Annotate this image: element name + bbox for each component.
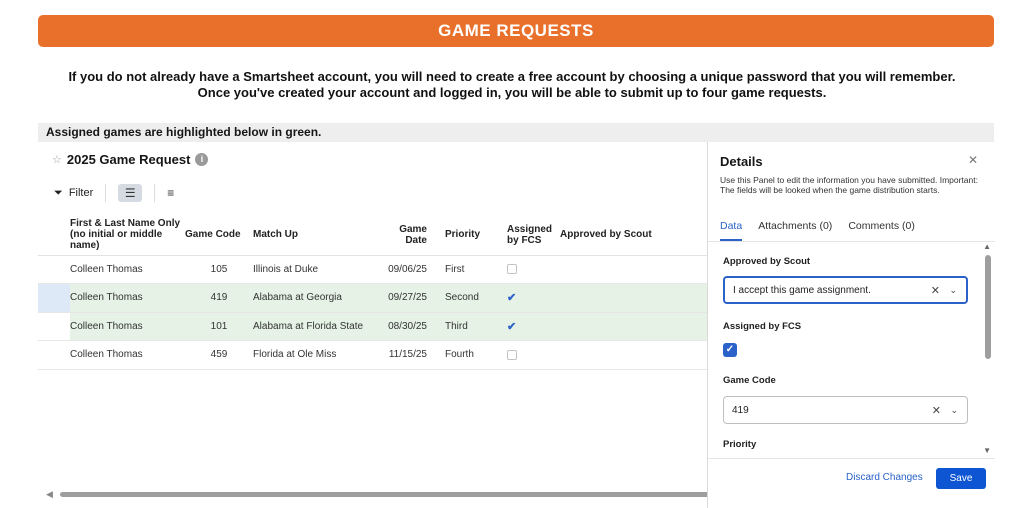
discard-changes-button[interactable]: Discard Changes (846, 472, 923, 483)
cell-game-code[interactable]: 459 (185, 340, 253, 370)
intro-text: If you do not already have a Smartsheet … (0, 69, 1024, 101)
cell-name[interactable]: Colleen Thomas (70, 340, 185, 370)
cell-assigned[interactable] (507, 340, 560, 370)
row-selector[interactable] (38, 312, 70, 341)
approved-value: I accept this game assignment. (733, 284, 871, 296)
details-title: Details (720, 154, 763, 169)
intro-line-2: Once you've created your account and log… (197, 85, 827, 100)
scroll-down-icon[interactable]: ▼ (983, 446, 991, 455)
cell-match-up[interactable]: Florida at Ole Miss (253, 340, 378, 370)
cell-game-code[interactable]: 105 (185, 255, 253, 284)
col-header-name[interactable]: First & Last Name Only (no initial or mi… (70, 215, 185, 256)
row-selector[interactable] (38, 283, 70, 313)
cell-game-code[interactable]: 419 (185, 283, 253, 313)
intro-line-1: If you do not already have a Smartsheet … (68, 69, 956, 84)
cell-name[interactable]: Colleen Thomas (70, 283, 185, 313)
footer-divider (708, 458, 995, 459)
checkmark-icon[interactable]: ✔ (507, 292, 516, 304)
cell-game-code[interactable]: 101 (185, 312, 253, 341)
row-selector-header (38, 215, 70, 256)
details-panel: Details ✕ Use this Panel to edit the inf… (707, 142, 995, 508)
clear-icon[interactable]: ✕ (932, 404, 941, 417)
cell-match-up[interactable]: Alabama at Florida State (253, 312, 378, 341)
sheet-table: First & Last Name Only (no initial or mi… (38, 215, 708, 370)
tab-comments[interactable]: Comments (0) (848, 220, 915, 241)
clear-icon[interactable]: ✕ (931, 284, 940, 297)
checkbox-unchecked[interactable] (507, 264, 517, 275)
table-row[interactable]: Colleen Thomas 105 Illinois at Duke 09/0… (38, 255, 708, 284)
tab-attachments[interactable]: Attachments (0) (758, 220, 832, 241)
cell-priority[interactable]: Second (445, 283, 507, 313)
toolbar-divider (105, 184, 107, 202)
sheet-grid-area: ☆ 2025 Game Request i ⏷ Filter ☰ ≡ First… (38, 142, 708, 508)
filter-icon[interactable]: ⏷ (54, 187, 63, 200)
table-row[interactable]: Colleen Thomas 419 Alabama at Georgia 09… (38, 283, 708, 313)
close-icon[interactable]: ✕ (968, 153, 978, 167)
cell-assigned[interactable]: ✔ (507, 312, 560, 341)
star-icon[interactable]: ☆ (52, 153, 62, 166)
scroll-left-icon[interactable]: ◀ (46, 489, 53, 500)
field-label-approved: Approved by Scout (723, 256, 811, 267)
chevron-down-icon[interactable]: ⌄ (950, 405, 958, 416)
field-label-assigned: Assigned by FCS (723, 321, 802, 332)
cell-priority[interactable]: Third (445, 312, 507, 341)
col-header-match-up[interactable]: Match Up (253, 215, 378, 256)
grid-view-icon: ☰ (124, 186, 136, 200)
cell-approved[interactable] (560, 312, 708, 341)
cell-game-date[interactable]: 09/06/25 (378, 255, 445, 284)
cell-game-date[interactable]: 08/30/25 (378, 312, 445, 341)
details-form: Approved by Scout I accept this game ass… (708, 242, 995, 460)
cell-priority[interactable]: Fourth (445, 340, 507, 370)
col-header-assigned[interactable]: Assigned by FCS (507, 215, 560, 256)
assigned-by-fcs-checkbox[interactable]: ✓ (723, 343, 737, 357)
cell-approved[interactable] (560, 283, 708, 313)
cell-approved[interactable] (560, 340, 708, 370)
cell-name[interactable]: Colleen Thomas (70, 312, 185, 341)
col-header-priority[interactable]: Priority (445, 215, 507, 256)
sheet-header: ☆ 2025 Game Request i (52, 152, 209, 167)
details-tabs: Data Attachments (0) Comments (0) (720, 220, 931, 241)
cell-match-up[interactable]: Illinois at Duke (253, 255, 378, 284)
cell-assigned[interactable]: ✔ (507, 283, 560, 313)
col-header-game-code[interactable]: Game Code (185, 215, 253, 256)
grid-view-button[interactable]: ☰ (118, 184, 143, 202)
row-selector[interactable] (38, 340, 70, 370)
filter-button[interactable]: Filter (69, 187, 93, 199)
cell-approved[interactable] (560, 255, 708, 284)
save-button[interactable]: Save (936, 468, 986, 489)
toolbar-divider (154, 184, 156, 202)
tab-data[interactable]: Data (720, 220, 743, 241)
scrollbar-thumb[interactable] (60, 492, 710, 497)
info-icon[interactable]: i (195, 153, 209, 166)
field-label-game-code: Game Code (723, 375, 776, 386)
page-banner: GAME REQUESTS (38, 15, 994, 47)
sheet-title: 2025 Game Request (66, 152, 191, 167)
assigned-notice: Assigned games are highlighted below in … (38, 123, 994, 142)
game-code-select[interactable]: 419 ✕ ⌄ (723, 396, 968, 424)
cell-priority[interactable]: First (445, 255, 507, 284)
cell-assigned[interactable] (507, 255, 560, 284)
cell-game-date[interactable]: 11/15/25 (378, 340, 445, 370)
field-label-priority: Priority (723, 439, 757, 450)
chevron-down-icon[interactable]: ⌄ (949, 285, 957, 296)
checkbox-unchecked[interactable] (507, 349, 517, 360)
table-row[interactable]: Colleen Thomas 101 Alabama at Florida St… (38, 312, 708, 341)
table-header-row: First & Last Name Only (no initial or mi… (38, 215, 708, 256)
game-code-value: 419 (732, 404, 749, 416)
row-selector[interactable] (38, 255, 70, 284)
vertical-scrollbar-thumb[interactable] (985, 255, 991, 359)
horizontal-scrollbar[interactable]: ◀ (46, 489, 710, 500)
approved-by-scout-select[interactable]: I accept this game assignment. ✕ ⌄ (723, 276, 968, 304)
col-header-game-date[interactable]: Game Date (378, 215, 445, 256)
col-header-approved[interactable]: Approved by Scout (560, 215, 708, 256)
row-height-icon[interactable]: ≡ (167, 186, 174, 200)
cell-match-up[interactable]: Alabama at Georgia (253, 283, 378, 313)
scroll-up-icon[interactable]: ▲ (983, 242, 991, 251)
table-row[interactable]: Colleen Thomas 459 Florida at Ole Miss 1… (38, 340, 708, 370)
cell-game-date[interactable]: 09/27/25 (378, 283, 445, 313)
sheet-toolbar: ⏷ Filter ☰ ≡ (54, 183, 174, 203)
details-description: Use this Panel to edit the information y… (720, 175, 978, 195)
cell-name[interactable]: Colleen Thomas (70, 255, 185, 284)
checkmark-icon[interactable]: ✔ (507, 321, 516, 333)
